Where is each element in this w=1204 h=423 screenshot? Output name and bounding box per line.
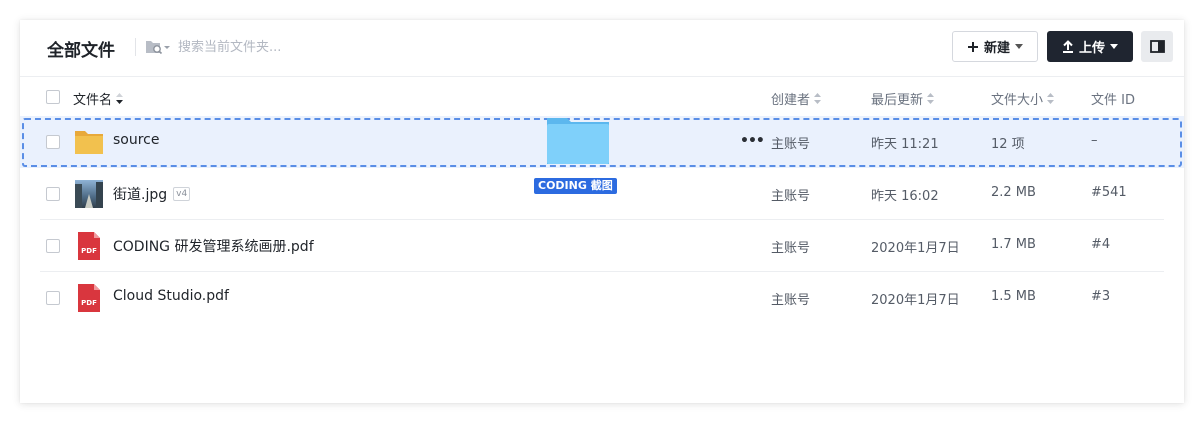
file-name-text: 街道.jpg	[113, 187, 168, 203]
id-cell: #541	[1091, 185, 1127, 200]
folder-icon	[75, 131, 103, 154]
sort-icon	[927, 93, 935, 104]
size-cell: 1.5 MB	[991, 289, 1036, 304]
toolbar-divider	[135, 38, 136, 56]
side-panel-icon	[1149, 40, 1165, 53]
updated-cell: 2020年1月7日	[871, 241, 960, 256]
new-button[interactable]: 新建	[952, 31, 1038, 62]
dragged-folder-icon[interactable]	[547, 114, 609, 164]
updated-cell: 昨天 11:21	[871, 137, 939, 152]
column-id-label: 文件 ID	[1091, 93, 1135, 108]
size-cell: 2.2 MB	[991, 185, 1036, 200]
column-updated-label: 最后更新	[871, 93, 924, 108]
pdf-icon: PDF	[78, 284, 100, 312]
version-badge: v4	[173, 187, 191, 201]
size-cell: 1.7 MB	[991, 237, 1036, 252]
folder-search-icon[interactable]	[145, 38, 173, 56]
pdf-icon-label: PDF	[81, 299, 97, 307]
creator-cell: 主账号	[771, 189, 811, 204]
creator-cell: 主账号	[771, 137, 811, 152]
sort-desc-icon	[116, 93, 124, 104]
upload-button[interactable]: 上传	[1047, 31, 1133, 62]
upload-button-label: 上传	[1078, 41, 1105, 56]
plus-icon	[967, 41, 978, 52]
sort-icon	[814, 93, 822, 104]
column-size-label: 文件大小	[991, 93, 1044, 108]
column-header-name[interactable]: 文件名	[73, 89, 124, 108]
toolbar: 全部文件 新建 上传	[20, 20, 1184, 76]
toggle-side-panel-button[interactable]	[1141, 31, 1173, 62]
column-header-creator[interactable]: 创建者	[771, 89, 822, 108]
new-button-label: 新建	[983, 41, 1010, 56]
table-row[interactable]: 街道.jpg v4 主账号 昨天 16:02 2.2 MB #541	[20, 168, 1184, 220]
file-name-text: source	[113, 132, 160, 148]
caret-down-icon	[1110, 44, 1118, 49]
column-name-label: 文件名	[73, 93, 113, 108]
table-row[interactable]: PDF CODING 研发管理系统画册.pdf 主账号 2020年1月7日 1.…	[20, 220, 1184, 272]
caret-down-icon	[1015, 44, 1023, 49]
file-browser-panel: 全部文件 新建 上传 文件名	[20, 20, 1184, 403]
drag-label: CODING 截图	[534, 178, 617, 194]
search-input[interactable]	[178, 36, 418, 58]
select-all-checkbox[interactable]	[46, 90, 60, 104]
pdf-icon: PDF	[78, 232, 100, 260]
image-thumbnail-icon	[75, 180, 103, 208]
file-name-text: Cloud Studio.pdf	[113, 288, 229, 304]
row-checkbox[interactable]	[46, 239, 60, 253]
file-name[interactable]: source	[113, 132, 160, 148]
pdf-icon-label: PDF	[81, 247, 97, 255]
column-header-size[interactable]: 文件大小	[991, 89, 1055, 108]
file-name-text: CODING 研发管理系统画册.pdf	[113, 239, 314, 255]
row-checkbox[interactable]	[46, 187, 60, 201]
creator-cell: 主账号	[771, 241, 811, 256]
sort-icon	[1047, 93, 1055, 104]
updated-cell: 2020年1月7日	[871, 293, 960, 308]
table-header: 文件名 创建者 最后更新 文件大小 文件 ID	[20, 76, 1184, 117]
row-checkbox[interactable]	[46, 291, 60, 305]
column-header-id: 文件 ID	[1091, 89, 1135, 108]
id-cell: #3	[1091, 289, 1111, 304]
file-name[interactable]: Cloud Studio.pdf	[113, 288, 229, 304]
id-cell: –	[1091, 133, 1098, 148]
updated-cell: 昨天 16:02	[871, 189, 939, 204]
column-creator-label: 创建者	[771, 93, 811, 108]
upload-icon	[1062, 40, 1073, 53]
column-header-updated[interactable]: 最后更新	[871, 89, 935, 108]
row-checkbox[interactable]	[46, 135, 60, 149]
creator-cell: 主账号	[771, 293, 811, 308]
page-title: 全部文件	[47, 41, 115, 61]
file-name[interactable]: CODING 研发管理系统画册.pdf	[113, 236, 314, 256]
table-row[interactable]: PDF Cloud Studio.pdf 主账号 2020年1月7日 1.5 M…	[20, 272, 1184, 324]
id-cell: #4	[1091, 237, 1111, 252]
size-cell: 12 项	[991, 137, 1025, 152]
more-options-icon[interactable]: •••	[740, 133, 765, 149]
file-name[interactable]: 街道.jpg v4	[113, 184, 191, 204]
